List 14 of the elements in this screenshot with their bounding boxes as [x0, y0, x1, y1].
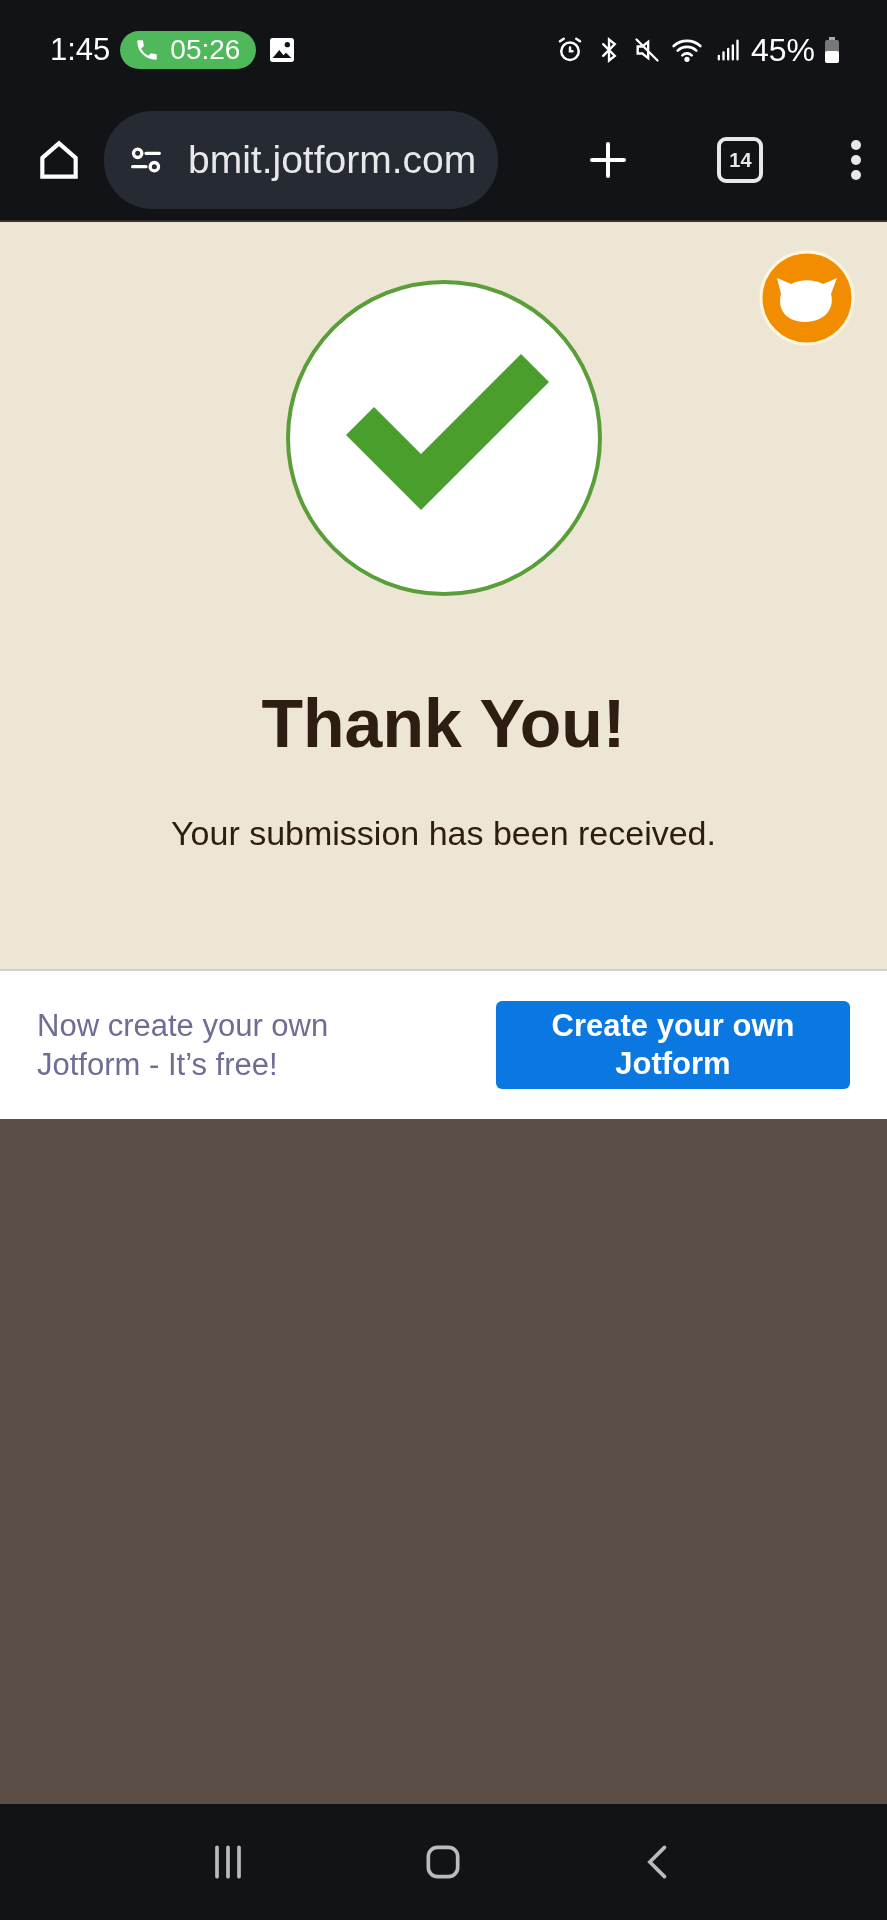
create-jotform-button[interactable]: Create your own Jotform: [496, 1001, 850, 1089]
battery-percent: 45%: [750, 31, 815, 69]
checkmark-icon: [285, 280, 602, 596]
promo-text: Now create your own Jotform - It’s free!: [37, 1007, 330, 1084]
call-indicator: 05:26: [120, 31, 257, 69]
status-time: 1:45: [50, 32, 111, 68]
confirmation-message: Your submission has been received.: [171, 814, 716, 853]
address-bar[interactable]: bmit.jotform.com: [104, 111, 499, 209]
url-text: bmit.jotform.com: [188, 138, 477, 182]
more-menu-icon[interactable]: [849, 139, 863, 181]
mute-icon: [632, 36, 661, 64]
thank-you-title: Thank You!: [261, 684, 626, 762]
tab-count-button[interactable]: 14: [717, 137, 764, 183]
battery-icon: [825, 37, 839, 63]
